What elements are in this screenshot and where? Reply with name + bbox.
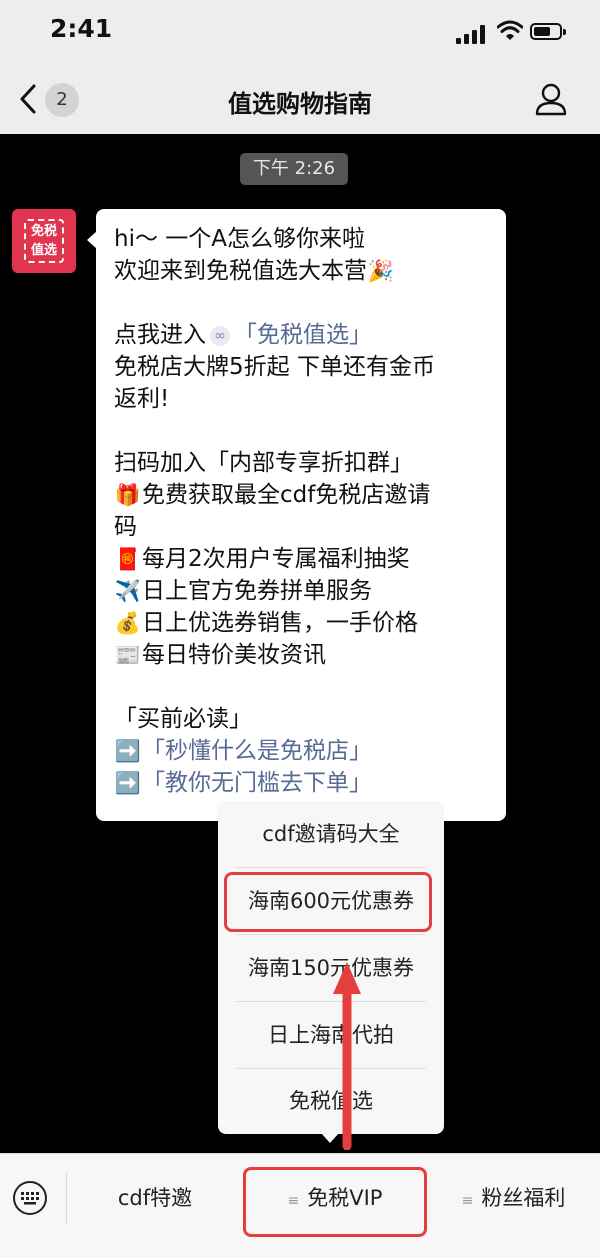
right-arrow-emoji: ➡️ — [114, 771, 142, 795]
status-time: 2:41 — [50, 14, 113, 43]
gift-emoji: 🎁 — [114, 483, 142, 507]
avatar-logo: 免税 值选 — [24, 219, 64, 263]
user-profile-icon[interactable] — [534, 82, 568, 116]
message-timestamp: 下午 2:26 — [240, 153, 348, 185]
highlight-box-vip-tab — [243, 1167, 427, 1237]
money-bag-emoji: 💰 — [114, 611, 142, 635]
airplane-emoji: ✈️ — [114, 579, 142, 603]
annotation-arrow-up-icon — [333, 962, 361, 1150]
link-how-to-order[interactable]: 「教你无门槛去下单」 — [142, 770, 372, 796]
keyboard-icon[interactable] — [12, 1180, 48, 1216]
menu-lines-icon: ≡ — [461, 1193, 474, 1209]
tab-fan-benefits[interactable]: ≡ 粉丝福利 — [427, 1178, 600, 1218]
message-text: hi～ 一个A怎么够你来啦 欢迎来到免税值选大本营🎉 点我进入 ∞ 「免税值选」 免… — [114, 223, 494, 799]
message-bubble: hi～ 一个A怎么够你来啦 欢迎来到免税值选大本营🎉 点我进入 ∞ 「免税值选」 免… — [87, 209, 506, 821]
menu-item-duty-free-picks[interactable]: 免税值选 — [218, 1068, 444, 1134]
wifi-icon — [497, 20, 523, 40]
status-bar: 2:41 — [0, 0, 600, 66]
red-envelope-emoji: 🧧 — [114, 547, 142, 571]
highlight-box-600-coupon — [224, 872, 432, 932]
avatar[interactable]: 免税 值选 — [12, 209, 76, 273]
link-mini-program[interactable]: 「免税值选」 — [234, 322, 372, 348]
menu-item-cdf-invite-codes[interactable]: cdf邀请码大全 — [218, 801, 444, 867]
battery-icon — [530, 23, 566, 40]
page-title: 值选购物指南 — [228, 90, 372, 118]
tab-cdf-special-invite[interactable]: cdf特邀 — [67, 1178, 243, 1218]
signal-icon — [456, 24, 490, 44]
party-popper-emoji: 🎉 — [367, 259, 395, 283]
link-what-is-duty-free[interactable]: 「秒懂什么是免税店」 — [142, 738, 372, 764]
menu-item-sunrise-hainan-proxy[interactable]: 日上海南代拍 — [218, 1002, 444, 1068]
nav-bar: 2 值选购物指南 — [0, 66, 600, 134]
newspaper-emoji: 📰 — [114, 643, 142, 667]
mini-program-icon: ∞ — [210, 326, 230, 346]
submenu-popup: cdf邀请码大全 海南600元优惠券 海南150元优惠券 日上海南代拍 免税值选 — [218, 801, 444, 1143]
menu-item-hainan-150-coupon[interactable]: 海南150元优惠券 — [218, 935, 444, 1001]
right-arrow-emoji: ➡️ — [114, 739, 142, 763]
